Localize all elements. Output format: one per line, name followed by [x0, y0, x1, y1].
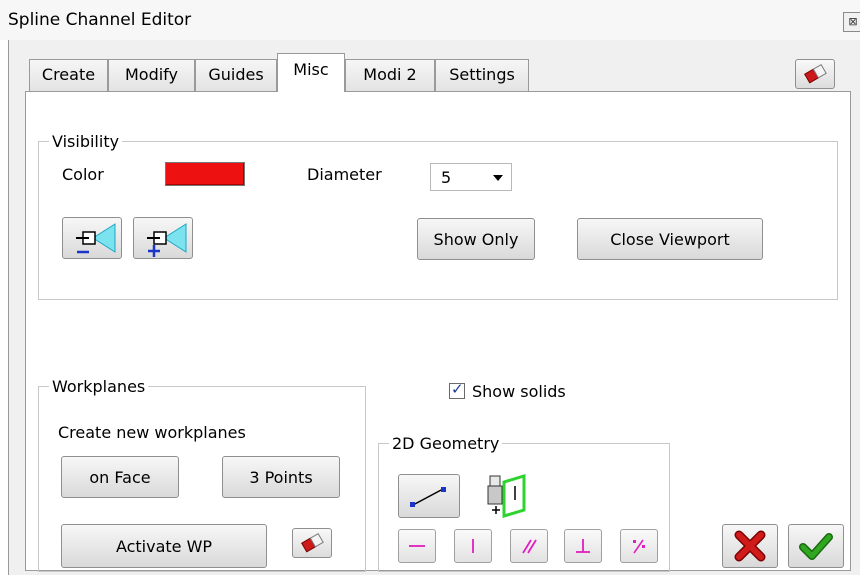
2d-geometry-tools — [378, 434, 670, 572]
workplane-tool-button[interactable] — [486, 473, 532, 519]
workplanes-caption: Create new workplanes — [58, 423, 246, 442]
window-title: Spline Channel Editor — [8, 10, 192, 30]
tab-modify[interactable]: Modify — [108, 59, 195, 91]
diameter-label: Diameter — [307, 165, 382, 184]
perpendicular-constraint-button[interactable] — [564, 529, 602, 563]
green-check-icon — [799, 533, 833, 560]
cancel-button[interactable] — [722, 524, 778, 568]
red-x-icon — [734, 530, 766, 562]
decrease-visibility-button[interactable] — [62, 217, 122, 259]
cone-minus-icon — [76, 223, 116, 254]
ok-button[interactable] — [788, 524, 844, 568]
eraser-icon — [804, 63, 827, 84]
line-tool-icon — [410, 487, 446, 507]
cone-plus-icon — [147, 223, 187, 257]
chevron-down-icon — [493, 175, 503, 181]
clear-button[interactable] — [795, 59, 835, 89]
close-viewport-button[interactable]: Close Viewport — [577, 218, 763, 260]
tab-create[interactable]: Create — [29, 59, 108, 91]
color-label: Color — [62, 165, 104, 184]
diameter-value: 5 — [441, 168, 452, 187]
workplanes-legend: Workplanes — [52, 377, 146, 396]
parallel-constraint-button[interactable] — [510, 529, 548, 563]
show-only-button[interactable]: Show Only — [417, 218, 535, 260]
three-points-button[interactable]: 3 Points — [222, 456, 340, 498]
on-face-button[interactable]: on Face — [61, 456, 179, 498]
horizontal-constraint-icon — [409, 545, 425, 547]
tab-guides[interactable]: Guides — [195, 59, 277, 91]
tab-settings[interactable]: Settings — [435, 59, 529, 91]
show-solids-checkbox[interactable]: ✓ — [449, 380, 465, 399]
line-tool-button[interactable] — [398, 474, 460, 518]
dialog-body: Create Modify Guides Misc Modi 2 Setting… — [8, 40, 860, 575]
checkmark-icon: ✓ — [451, 380, 464, 398]
perpendicular-constraint-icon — [576, 539, 590, 553]
visibility-group: Visibility — [38, 132, 838, 300]
tab-misc[interactable]: Misc — [277, 53, 345, 92]
vertical-constraint-button[interactable] — [454, 529, 492, 563]
diameter-select[interactable]: 5 — [430, 163, 512, 191]
vertical-constraint-icon — [472, 539, 474, 553]
midpoint-constraint-icon — [633, 539, 645, 554]
workplane-clear-button[interactable] — [292, 528, 332, 558]
window-close-button[interactable]: ⊠ — [843, 12, 860, 32]
activate-wp-button[interactable]: Activate WP — [61, 524, 267, 568]
parallel-constraint-icon — [522, 539, 537, 554]
workplane-tool-icon — [487, 473, 526, 519]
increase-visibility-button[interactable] — [133, 217, 193, 259]
misc-tab-panel: Visibility Color Diameter 5 Show Only Cl… — [25, 91, 851, 572]
title-bar: Spline Channel Editor ⊠ — [0, 0, 860, 40]
visibility-legend: Visibility — [52, 132, 120, 151]
tab-modi-2[interactable]: Modi 2 — [345, 59, 435, 91]
horizontal-constraint-button[interactable] — [398, 529, 436, 563]
show-solids-label: Show solids — [472, 382, 566, 401]
eraser-icon — [301, 532, 324, 553]
midpoint-constraint-button[interactable] — [620, 529, 658, 563]
color-swatch-button[interactable] — [165, 162, 245, 186]
